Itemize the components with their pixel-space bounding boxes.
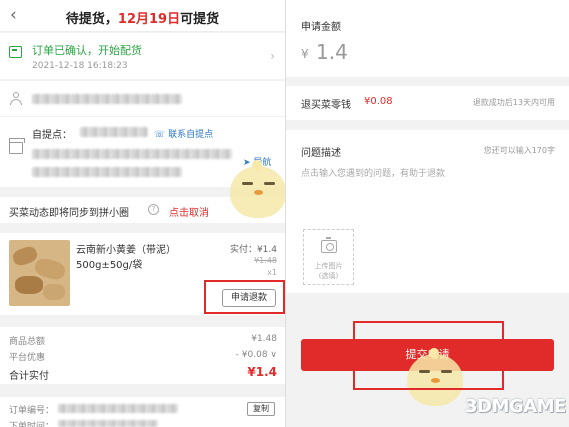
- summary-label: 商品总额: [9, 337, 46, 347]
- status-datetime: 2021-12-18 16:18:23: [32, 61, 128, 71]
- question-icon[interactable]: ?: [148, 204, 159, 215]
- product-original-price: ¥1.48: [254, 256, 277, 265]
- order-detail-screen: ‹ 待提货，12月19日可提货 订单已确认，开始配货 2021-12-18 16…: [0, 0, 285, 427]
- buyer-info-row: [0, 80, 285, 116]
- order-number-label: 订单编号：: [9, 406, 55, 416]
- page-title: 待提货，12月19日可提货: [0, 8, 285, 27]
- summary-value: - ¥0.08 ∨: [235, 350, 277, 360]
- camera-icon: [321, 237, 337, 253]
- product-image: [9, 240, 70, 306]
- order-status-card[interactable]: 订单已确认，开始配货 2021-12-18 16:18:23 ›: [0, 33, 285, 79]
- mascot-watermark-icon: [226, 158, 285, 220]
- amount-currency: ¥: [301, 47, 309, 61]
- grocery-change-row: 退买菜零钱 ¥0.08 退款成功后13天内可用: [286, 86, 569, 120]
- product-quantity: x1: [267, 268, 277, 277]
- blurred-order-number: [58, 404, 178, 413]
- summary-value: ¥1.4: [247, 365, 277, 379]
- upload-label: 上传图片: [314, 262, 343, 270]
- summary-value: ¥1.48: [251, 334, 277, 344]
- title-suffix: 可提货: [180, 12, 220, 27]
- copy-button[interactable]: 复制: [247, 402, 275, 416]
- blurred-buyer-info: [32, 94, 182, 104]
- blurred-address-line-2: [32, 167, 182, 177]
- person-icon: [10, 92, 22, 106]
- cancel-sync-link[interactable]: 点击取消: [169, 204, 209, 219]
- calendar-icon: [9, 46, 22, 58]
- problem-description-card: 问题描述 您还可以输入170字 点击输入您遇到的问题，有助于退款 上传图片 (选…: [286, 130, 569, 293]
- chevron-right-icon: ›: [270, 49, 275, 63]
- summary-label: 合计实付: [9, 371, 49, 382]
- order-time-label: 下单时间：: [9, 422, 55, 427]
- highlight-box-refund: [204, 280, 285, 314]
- contact-pickup-link[interactable]: ☏ 联系自提点: [154, 127, 213, 140]
- product-spec: 500g±50g/袋: [76, 260, 143, 271]
- pickup-label: 自提点：: [32, 130, 72, 141]
- pickup-date: 12月19日: [117, 12, 181, 27]
- product-name: 云南新小黄姜（带泥）: [76, 245, 176, 256]
- amount-label: 申请金额: [301, 22, 341, 33]
- amount-value: 1.4: [316, 40, 348, 64]
- description-label: 问题描述: [301, 148, 341, 159]
- refund-amount-card: 申请金额 ¥ 1.4: [286, 0, 569, 77]
- store-icon: [9, 138, 25, 154]
- grocery-change-label: 退买菜零钱: [301, 100, 351, 111]
- phone-icon: ☏: [154, 130, 169, 140]
- summary-label: 平台优惠: [9, 353, 46, 363]
- sync-text: 买菜动态即将同步到拼小圈: [9, 208, 129, 219]
- product-paid-price: 实付：¥1.4: [229, 245, 277, 255]
- summary-row-total: 合计实付 ¥1.4: [9, 365, 277, 382]
- grocery-change-note: 退款成功后13天内可用: [472, 98, 555, 107]
- status-text: 订单已确认，开始配货: [32, 44, 142, 57]
- grocery-change-value: ¥0.08: [364, 96, 393, 107]
- highlight-box-submit: [353, 321, 504, 390]
- header-bar: ‹ 待提货，12月19日可提货: [0, 0, 285, 32]
- order-info: 订单编号： 复制 下单时间：: [0, 397, 285, 427]
- blurred-address-line-1: [32, 149, 232, 159]
- upload-optional-label: (选填): [318, 272, 339, 280]
- blurred-order-time: [58, 420, 158, 427]
- upload-image-button[interactable]: 上传图片 (选填): [303, 229, 354, 285]
- price-summary: 商品总额 ¥1.48 平台优惠 - ¥0.08 ∨ 合计实付 ¥1.4: [0, 327, 285, 384]
- title-prefix: 待提货，: [65, 12, 118, 27]
- contact-pickup-label: 联系自提点: [168, 130, 214, 140]
- site-watermark: 3DMGAME: [465, 396, 566, 417]
- summary-row-discount[interactable]: 平台优惠 - ¥0.08 ∨: [9, 350, 277, 363]
- summary-row-goods: 商品总额 ¥1.48: [9, 334, 277, 347]
- blurred-pickup-name: [80, 127, 148, 137]
- char-limit-hint: 您还可以输入170字: [483, 146, 555, 155]
- description-input[interactable]: 点击输入您遇到的问题，有助于退款: [301, 166, 445, 179]
